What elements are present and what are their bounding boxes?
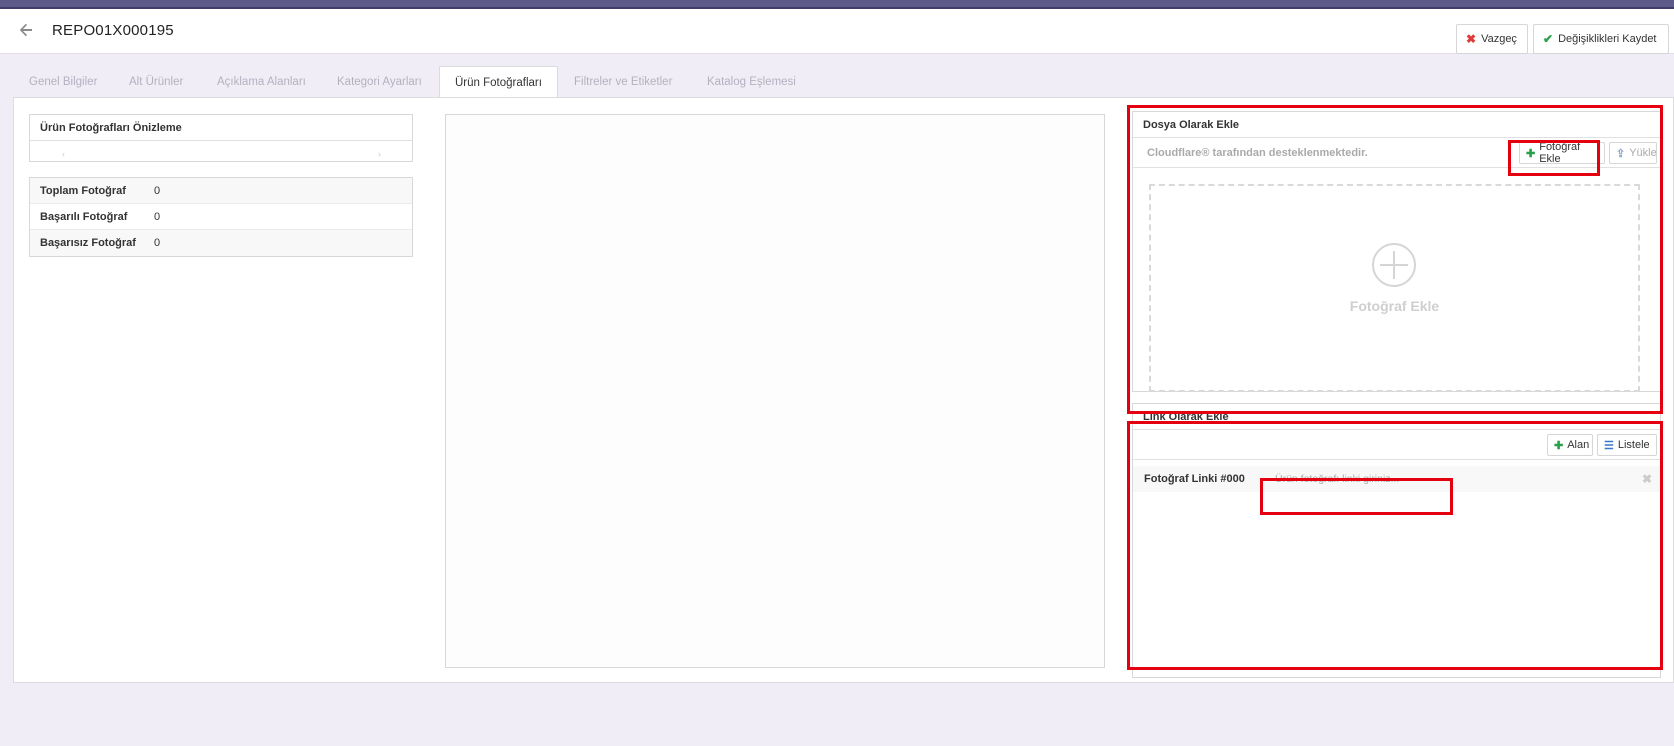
file-upload-toolbar: Cloudflare® tarafından desteklenmektedir… <box>1133 138 1660 168</box>
link-upload-box: Link Olarak Ekle ✚ Alan ☰ Listele Fotoğr… <box>1132 403 1661 678</box>
tab-category-settings[interactable]: Kategori Ayarları <box>337 66 422 98</box>
cloudflare-note: Cloudflare® tarafından desteklenmektedir… <box>1147 147 1368 159</box>
tab-sub-products[interactable]: Alt Ürünler <box>129 66 183 98</box>
top-accent-bar <box>0 0 1674 9</box>
file-upload-title: Dosya Olarak Ekle <box>1133 112 1660 138</box>
photo-link-label: Fotoğraf Linki #000 <box>1144 473 1245 485</box>
tab-filters-tags[interactable]: Filtreler ve Etiketler <box>574 66 672 98</box>
list-icon: ☰ <box>1604 439 1614 452</box>
save-changes-button[interactable]: ✔ Değişiklikleri Kaydet <box>1533 24 1669 54</box>
check-icon: ✔ <box>1543 32 1554 46</box>
photo-stats-table: Toplam Fotoğraf 0 Başarılı Fotoğraf 0 Ba… <box>29 177 413 257</box>
upload-icon: ⇪ <box>1616 147 1626 160</box>
chevron-left-icon[interactable]: ‹ <box>62 149 65 159</box>
add-field-label: Alan <box>1567 439 1590 451</box>
photo-dropzone[interactable]: Fotoğraf Ekle <box>1149 184 1640 392</box>
save-button-label: Değişiklikleri Kaydet <box>1558 33 1657 45</box>
photo-gallery-area <box>445 114 1105 668</box>
stat-label: Başarısız Fotoğraf <box>40 237 136 249</box>
link-row: Fotoğraf Linki #000 ✖ <box>1133 466 1660 492</box>
tab-general-info[interactable]: Genel Bilgiler <box>29 66 97 98</box>
plus-icon: ✚ <box>1526 147 1536 160</box>
link-upload-title: Link Olarak Ekle <box>1133 404 1660 430</box>
stat-row-success: Başarılı Fotoğraf 0 <box>30 204 412 230</box>
stat-row-failed: Başarısız Fotoğraf 0 <box>30 230 412 256</box>
photo-preview-slider: ‹ › <box>30 141 412 161</box>
close-icon: ✖ <box>1466 32 1477 46</box>
stat-label: Başarılı Fotoğraf <box>40 211 128 223</box>
add-photo-label: Fotoğraf Ekle <box>1539 141 1581 165</box>
photo-link-input[interactable] <box>1263 468 1443 490</box>
page-title: REPO01X000195 <box>52 22 174 39</box>
list-button[interactable]: ☰ Listele <box>1597 434 1657 456</box>
stat-label: Toplam Fotoğraf <box>40 185 126 197</box>
upload-button[interactable]: ⇪ Yükle <box>1609 142 1657 164</box>
stat-value: 0 <box>154 185 161 197</box>
cancel-button-label: Vazgeç <box>1481 33 1517 45</box>
tab-product-photos[interactable]: Ürün Fotoğrafları <box>439 66 558 99</box>
stat-value: 0 <box>154 211 161 223</box>
stat-row-total: Toplam Fotoğraf 0 <box>30 178 412 204</box>
add-photo-button[interactable]: ✚ Fotoğraf Ekle <box>1519 141 1605 165</box>
upload-label: Yükle <box>1629 147 1657 159</box>
stat-value: 0 <box>154 237 161 249</box>
page-header: REPO01X000195 ✖ Vazgeç ✔ Değişiklikleri … <box>0 9 1674 54</box>
photo-preview-box: Ürün Fotoğrafları Önizleme ‹ › <box>29 114 413 162</box>
photo-preview-title: Ürün Fotoğrafları Önizleme <box>30 115 412 141</box>
tab-content-panel: Ürün Fotoğrafları Önizleme ‹ › Toplam Fo… <box>13 97 1674 683</box>
file-upload-box: Dosya Olarak Ekle Cloudflare® tarafından… <box>1132 111 1661 392</box>
add-field-button[interactable]: ✚ Alan <box>1547 434 1593 456</box>
tab-catalog-mapping[interactable]: Katalog Eşlemesi <box>707 66 796 98</box>
dropzone-label: Fotoğraf Ekle <box>1349 298 1440 314</box>
cancel-button[interactable]: ✖ Vazgeç <box>1456 24 1528 54</box>
plus-circle-icon <box>1372 243 1416 287</box>
link-upload-toolbar: ✚ Alan ☰ Listele <box>1133 430 1660 460</box>
plus-icon: ✚ <box>1554 439 1564 452</box>
arrow-left-icon[interactable] <box>18 22 36 40</box>
close-icon[interactable]: ✖ <box>1642 472 1652 486</box>
list-button-label: Listele <box>1617 439 1650 451</box>
tab-description-fields[interactable]: Açıklama Alanları <box>217 66 306 98</box>
chevron-right-icon[interactable]: › <box>378 149 381 159</box>
